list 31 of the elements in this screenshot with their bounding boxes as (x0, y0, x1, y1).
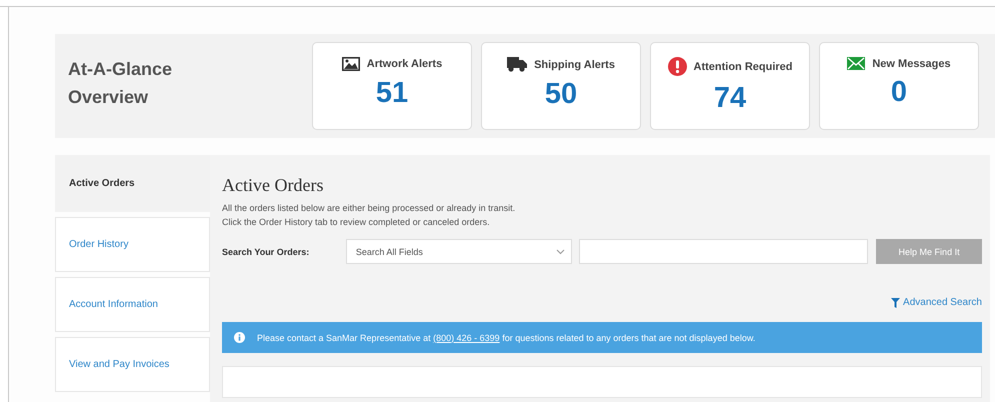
envelope-icon (847, 57, 866, 70)
search-input[interactable] (578, 239, 868, 264)
search-field-select[interactable]: Search All Fields (346, 239, 572, 264)
alert-card[interactable]: New Messages 0 (819, 42, 979, 130)
search-label: Search Your Orders: (222, 246, 310, 256)
truck-icon (507, 57, 528, 72)
card-label: New Messages (872, 58, 951, 70)
page-title: Active Orders (222, 175, 324, 196)
card-label: Artwork Alerts (366, 58, 442, 70)
sidebar-tab[interactable]: Account Information (55, 277, 210, 332)
overview-title: At-A-Glance Overview (68, 58, 174, 109)
advanced-search-link[interactable]: Advanced Search (891, 297, 982, 308)
alert-card[interactable]: Artwork Alerts 51 (312, 42, 472, 130)
card-count: 50 (544, 78, 578, 111)
image-icon (342, 57, 360, 71)
chevron-icon (556, 248, 565, 254)
alert-icon (668, 57, 686, 76)
alert-card[interactable]: Attention Required 74 (650, 42, 810, 130)
sidebar-tab[interactable]: Order History (55, 217, 210, 272)
sidebar-tab[interactable]: Active Orders (55, 155, 210, 212)
description-text: All the orders listed below are either being processed or already in transit. Click the Order History tab to review completed or canceled orders. (222, 202, 516, 229)
card-count: 0 (890, 76, 908, 109)
card-label: Shipping Alerts (534, 58, 615, 70)
banner-text: Please contact a SanMar Representative at (800) 426 - 6399 for questions related to any orders that are not displayed below. (257, 332, 756, 342)
sidebar-tab[interactable]: View and Pay Invoices (55, 337, 210, 392)
card-count: 51 (376, 77, 408, 110)
info-icon (234, 332, 245, 343)
filter-icon (891, 298, 900, 308)
card-count: 74 (714, 82, 746, 115)
alert-card[interactable]: Shipping Alerts 50 (481, 42, 641, 130)
card-label: Attention Required (694, 60, 792, 72)
